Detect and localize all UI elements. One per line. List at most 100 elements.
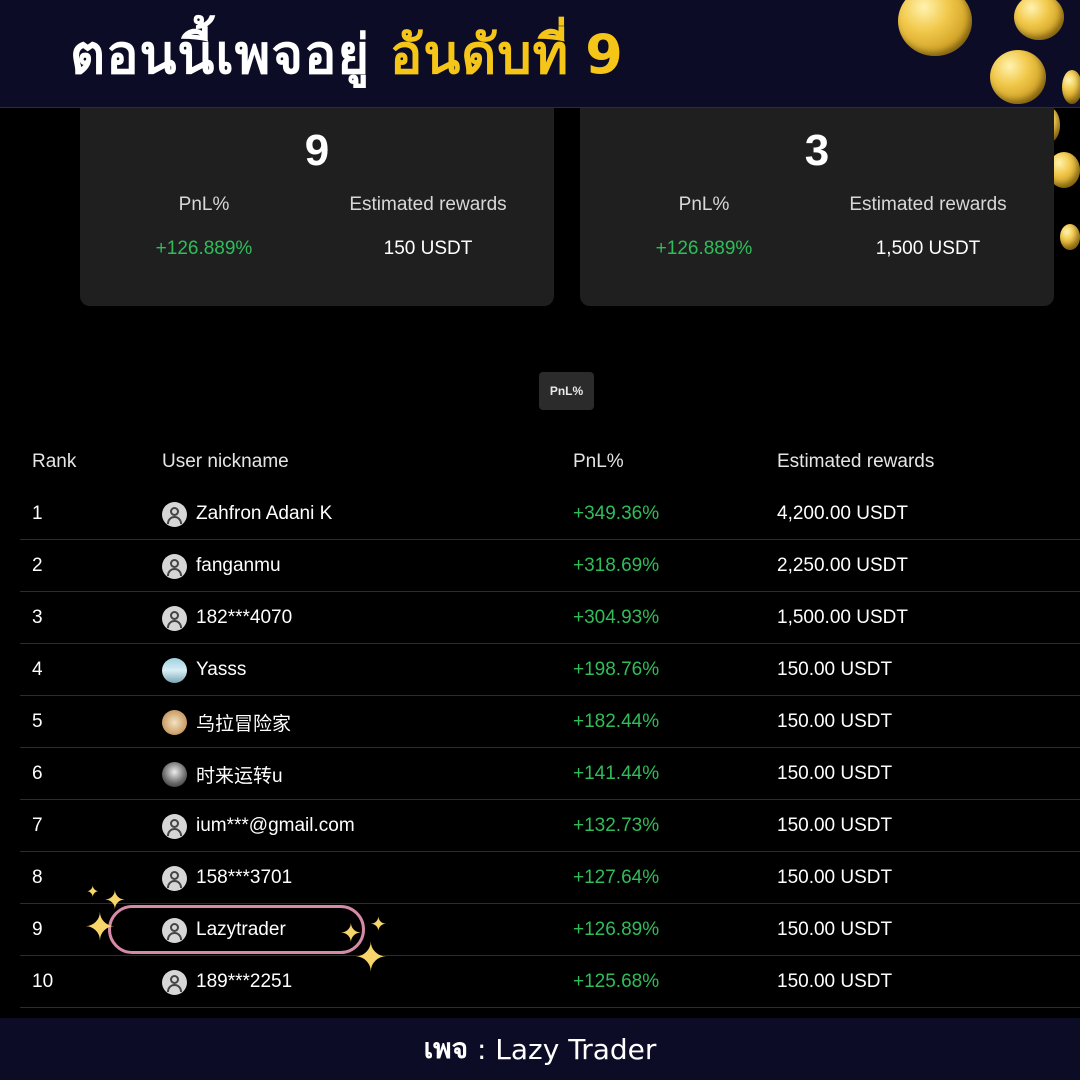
row-nickname: Zahfron Adani K [196, 503, 333, 524]
banner-title-highlight: อันดับที่ [389, 22, 570, 86]
row-user[interactable]: Zahfron Adani K [162, 488, 332, 540]
row-rewards: 150.00 USDT [777, 971, 893, 992]
banner-title-main: ตอนนี้เพจอยู่ [70, 22, 371, 86]
card-pnl-section: PnL% +126.889% [104, 194, 304, 260]
avatar [162, 657, 187, 683]
row-user[interactable]: Yasss [162, 644, 246, 696]
table-row[interactable]: 5 乌拉冒险家 +182.44% 150.00 USDT [20, 696, 1080, 748]
table-row[interactable]: 2 fanganmu +318.69% 2,250.00 USDT [20, 540, 1080, 592]
row-user[interactable]: 189***2251 [162, 956, 292, 1008]
card-pnl-section: PnL% +126.889% [604, 194, 804, 260]
row-nickname: 182***4070 [196, 607, 293, 628]
row-rank: 2 [32, 555, 43, 576]
photo-avatar [162, 761, 187, 787]
row-nickname: fanganmu [196, 555, 281, 576]
card-reward-section: Estimated rewards 150 USDT [328, 194, 528, 260]
row-rewards: 150.00 USDT [777, 659, 893, 680]
pnl-sort-tab[interactable]: PnL% [539, 372, 594, 410]
row-nickname: 时来运转u [196, 765, 283, 787]
rank-summary-card: 9 PnL% +126.889% Estimated rewards 150 U… [80, 108, 554, 306]
coin-icon [1060, 224, 1080, 250]
coin-icon [1062, 70, 1080, 104]
table-row[interactable]: 6 时来运转u +141.44% 150.00 USDT [20, 748, 1080, 800]
avatar [162, 969, 187, 995]
row-pnl: +132.73% [573, 815, 660, 836]
table-row[interactable]: 8 158***3701 +127.64% 150.00 USDT [20, 852, 1080, 904]
avatar [162, 501, 187, 527]
row-rank: 5 [32, 711, 43, 732]
row-pnl: +126.89% [573, 919, 660, 940]
sparkle-icon: ✦ [84, 905, 116, 949]
table-row[interactable]: 4 Yasss +198.76% 150.00 USDT [20, 644, 1080, 696]
avatar [162, 709, 187, 735]
row-rank: 4 [32, 659, 43, 680]
sparkle-icon: ✦ [370, 912, 387, 936]
row-nickname: ium***@gmail.com [196, 815, 355, 836]
row-rank: 6 [32, 763, 43, 784]
row-rank: 8 [32, 867, 43, 888]
table-header: Rank User nickname PnL% Estimated reward… [20, 436, 1080, 488]
row-rewards: 150.00 USDT [777, 867, 893, 888]
avatar [162, 865, 187, 891]
row-pnl: +127.64% [573, 867, 660, 888]
sparkle-icon: ✦ [86, 882, 100, 901]
row-user[interactable]: 乌拉冒险家 [162, 696, 291, 748]
table-row[interactable]: 1 Zahfron Adani K +349.36% 4,200.00 USDT [20, 488, 1080, 540]
card-pnl-value: +126.889% [655, 238, 753, 259]
table-row[interactable]: 10 189***2251 +125.68% 150.00 USDT [20, 956, 1080, 1008]
row-pnl: +349.36% [573, 503, 660, 524]
row-rewards: 1,500.00 USDT [777, 607, 908, 628]
row-pnl: +125.68% [573, 971, 660, 992]
row-pnl: +304.93% [573, 607, 660, 628]
card-rank: 3 [804, 126, 830, 175]
avatar [162, 605, 187, 631]
row-rewards: 2,250.00 USDT [777, 555, 908, 576]
row-nickname: 158***3701 [196, 867, 293, 888]
row-nickname: 189***2251 [196, 971, 293, 992]
header-rewards: Estimated rewards [777, 451, 935, 472]
table-row[interactable]: 7 ium***@gmail.com +132.73% 150.00 USDT [20, 800, 1080, 852]
highlight-oval [108, 905, 365, 954]
footer-bar: เพจ : Lazy Trader [0, 1018, 1080, 1080]
row-rewards: 4,200.00 USDT [777, 503, 908, 524]
banner-title: ตอนนี้เพจอยู่ อันดับที่ 9 [70, 11, 624, 97]
avatar [162, 761, 187, 787]
card-pnl-value: +126.889% [155, 238, 253, 259]
card-pnl-label: PnL% [178, 194, 230, 215]
row-rank: 7 [32, 815, 43, 836]
row-user[interactable]: fanganmu [162, 540, 281, 592]
footer-separator: : [468, 1032, 496, 1066]
sea-photo-avatar [162, 657, 187, 683]
card-reward-value: 1,500 USDT [875, 238, 981, 259]
row-user[interactable]: 182***4070 [162, 592, 292, 644]
row-pnl: +141.44% [573, 763, 660, 784]
row-nickname: Yasss [196, 659, 247, 680]
row-pnl: +198.76% [573, 659, 660, 680]
row-rank: 10 [32, 971, 54, 992]
row-rank: 3 [32, 607, 43, 628]
footer-page-name: Lazy Trader [495, 1032, 657, 1066]
card-pnl-label: PnL% [678, 194, 730, 215]
row-user[interactable]: 158***3701 [162, 852, 292, 904]
card-reward-label: Estimated rewards [349, 194, 507, 215]
header-rank: Rank [32, 451, 77, 472]
rank-summary-card: 3 PnL% +126.889% Estimated rewards 1,500… [580, 108, 1054, 306]
row-pnl: +182.44% [573, 711, 660, 732]
row-rank: 9 [32, 919, 43, 940]
card-reward-label: Estimated rewards [849, 194, 1007, 215]
row-rewards: 150.00 USDT [777, 919, 893, 940]
card-reward-section: Estimated rewards 1,500 USDT [828, 194, 1028, 260]
banner-title-number: 9 [585, 22, 624, 86]
row-nickname: 乌拉冒险家 [196, 713, 292, 735]
avatar [162, 553, 187, 579]
row-rewards: 150.00 USDT [777, 711, 893, 732]
header-pnl[interactable]: PnL% [573, 436, 624, 488]
cartoon-avatar [162, 709, 187, 735]
table-row[interactable]: 3 182***4070 +304.93% 1,500.00 USDT [20, 592, 1080, 644]
row-user[interactable]: ium***@gmail.com [162, 800, 355, 852]
row-user[interactable]: 时来运转u [162, 748, 283, 800]
sparkle-icon: ✦ [354, 935, 388, 981]
header-nickname: User nickname [162, 451, 289, 472]
coin-icon [990, 50, 1046, 104]
row-rewards: 150.00 USDT [777, 763, 893, 784]
